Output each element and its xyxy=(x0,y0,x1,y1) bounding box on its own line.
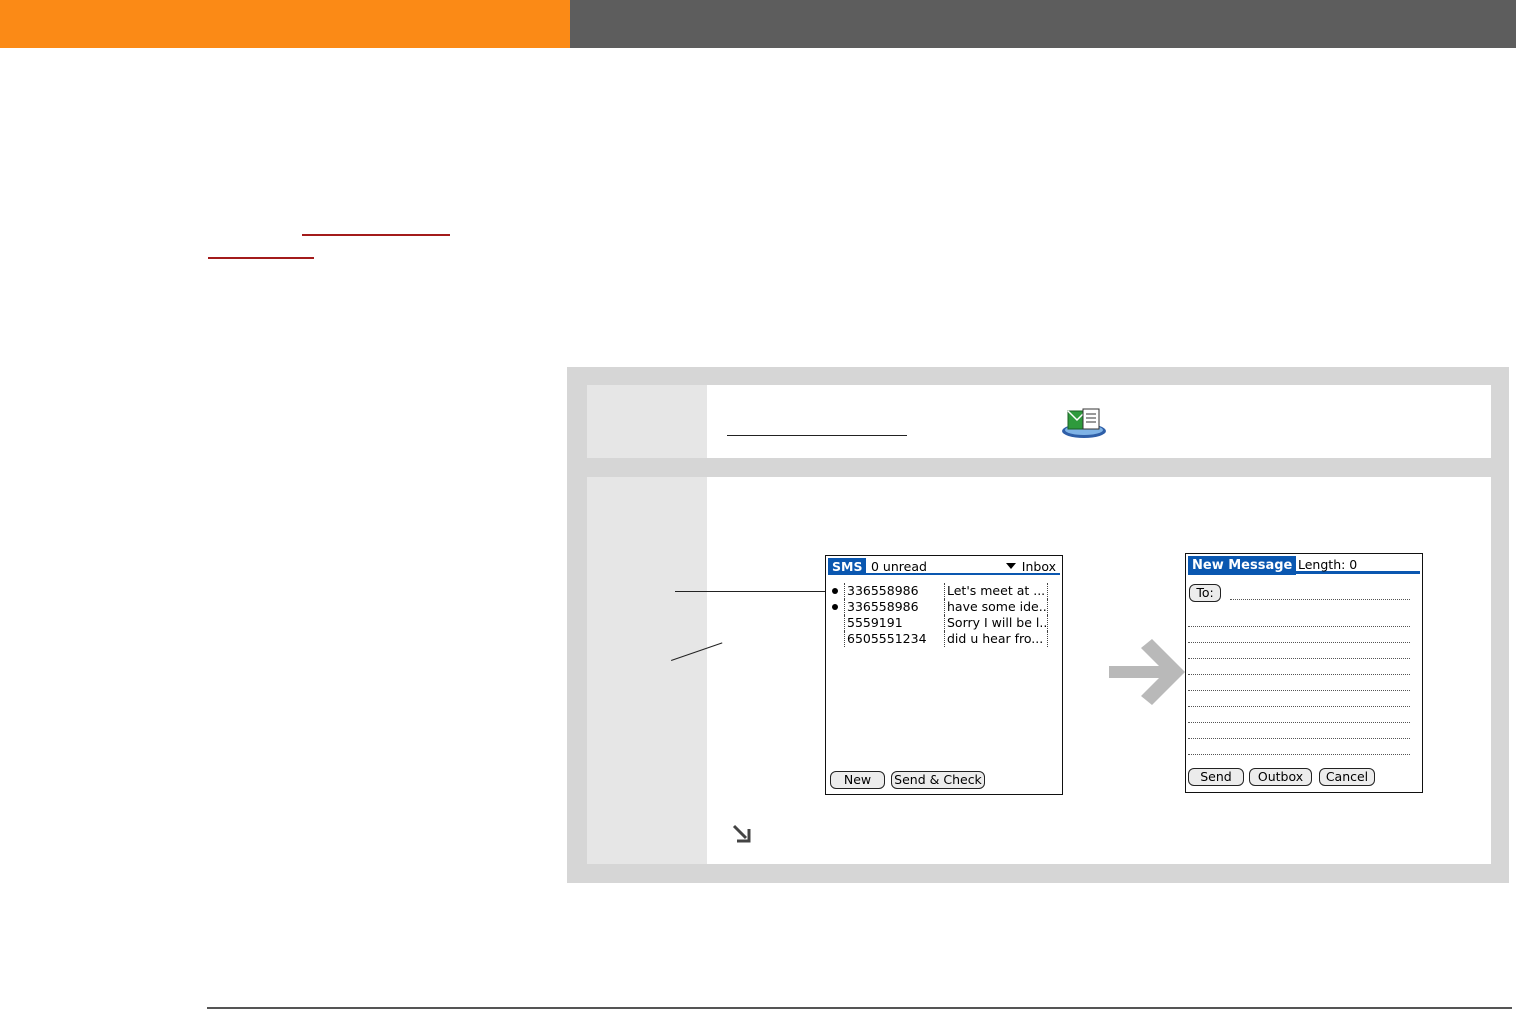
continued-arrow-icon xyxy=(732,824,751,843)
message-body-line[interactable] xyxy=(1188,642,1410,643)
right-arrow-icon xyxy=(1109,639,1185,705)
unread-count: 0 unread xyxy=(871,559,927,574)
message-row[interactable]: 5559191 Sorry I will be l... xyxy=(829,615,1051,631)
sms-inbox-screen: SMS 0 unread Inbox 336558986 Let's meet … xyxy=(825,555,1063,795)
new-message-screen: New Message Length: 0 To: Send Outbox Ca… xyxy=(1185,553,1423,793)
message-body-line[interactable] xyxy=(1188,690,1410,691)
message-row[interactable]: 336558986 Let's meet at ... xyxy=(829,583,1051,599)
unread-dot-icon xyxy=(832,604,838,610)
message-row[interactable]: 6505551234 did u hear fro... xyxy=(829,631,1051,647)
message-preview: did u hear fro... xyxy=(944,631,1048,647)
step-1 xyxy=(587,385,1491,458)
cancel-button[interactable]: Cancel xyxy=(1319,768,1375,786)
sidebar-link-underline[interactable] xyxy=(208,257,314,259)
sms-title: SMS xyxy=(828,558,867,575)
header-bar xyxy=(570,0,1516,48)
new-message-title: New Message xyxy=(1188,556,1297,575)
message-sender: 5559191 xyxy=(844,615,903,631)
new-button[interactable]: New xyxy=(830,771,885,789)
message-list: 336558986 Let's meet at ... 336558986 ha… xyxy=(829,583,1051,647)
category-picker[interactable]: Inbox xyxy=(1005,559,1056,575)
message-body-line[interactable] xyxy=(1188,626,1410,627)
dropdown-triangle-icon xyxy=(1005,563,1016,569)
message-sender: 336558986 xyxy=(844,583,919,599)
message-preview: have some ide... xyxy=(944,599,1048,615)
to-field[interactable] xyxy=(1230,599,1410,600)
message-preview: Sorry I will be l... xyxy=(944,615,1048,631)
sidebar-link-underline[interactable] xyxy=(302,234,450,236)
message-length: Length: 0 xyxy=(1298,557,1358,572)
to-button[interactable]: To: xyxy=(1189,584,1221,602)
new-message-title-bar: New Message Length: 0 xyxy=(1188,556,1420,575)
message-sender: 336558986 xyxy=(844,599,919,615)
page: SMS 0 unread Inbox 336558986 Let's meet … xyxy=(0,0,1516,1010)
outbox-button[interactable]: Outbox xyxy=(1249,768,1312,786)
callout-line-unread xyxy=(675,591,829,592)
step-number-cell xyxy=(587,477,707,864)
footer-rule xyxy=(207,1007,1512,1009)
message-body-line[interactable] xyxy=(1188,706,1410,707)
message-body-line[interactable] xyxy=(1188,738,1410,739)
step-number-cell xyxy=(587,385,707,458)
step-1-link-underline[interactable] xyxy=(727,435,907,436)
send-check-button[interactable]: Send & Check xyxy=(891,771,985,789)
unread-dot-icon xyxy=(832,588,838,594)
message-body-line[interactable] xyxy=(1188,674,1410,675)
message-row[interactable]: 336558986 have some ide... xyxy=(829,599,1051,615)
message-body-line[interactable] xyxy=(1188,658,1410,659)
steps-panel: SMS 0 unread Inbox 336558986 Let's meet … xyxy=(567,367,1509,883)
header-bar-accent xyxy=(0,0,570,48)
sms-title-bar: SMS 0 unread Inbox xyxy=(828,558,1060,575)
sms-app-icon xyxy=(1062,408,1106,438)
send-button[interactable]: Send xyxy=(1188,768,1244,786)
message-preview: Let's meet at ... xyxy=(944,583,1048,599)
step-2: SMS 0 unread Inbox 336558986 Let's meet … xyxy=(587,477,1491,864)
message-sender: 6505551234 xyxy=(844,631,927,647)
message-body-line[interactable] xyxy=(1188,722,1410,723)
message-body-line[interactable] xyxy=(1188,754,1410,755)
category-label: Inbox xyxy=(1021,559,1056,574)
